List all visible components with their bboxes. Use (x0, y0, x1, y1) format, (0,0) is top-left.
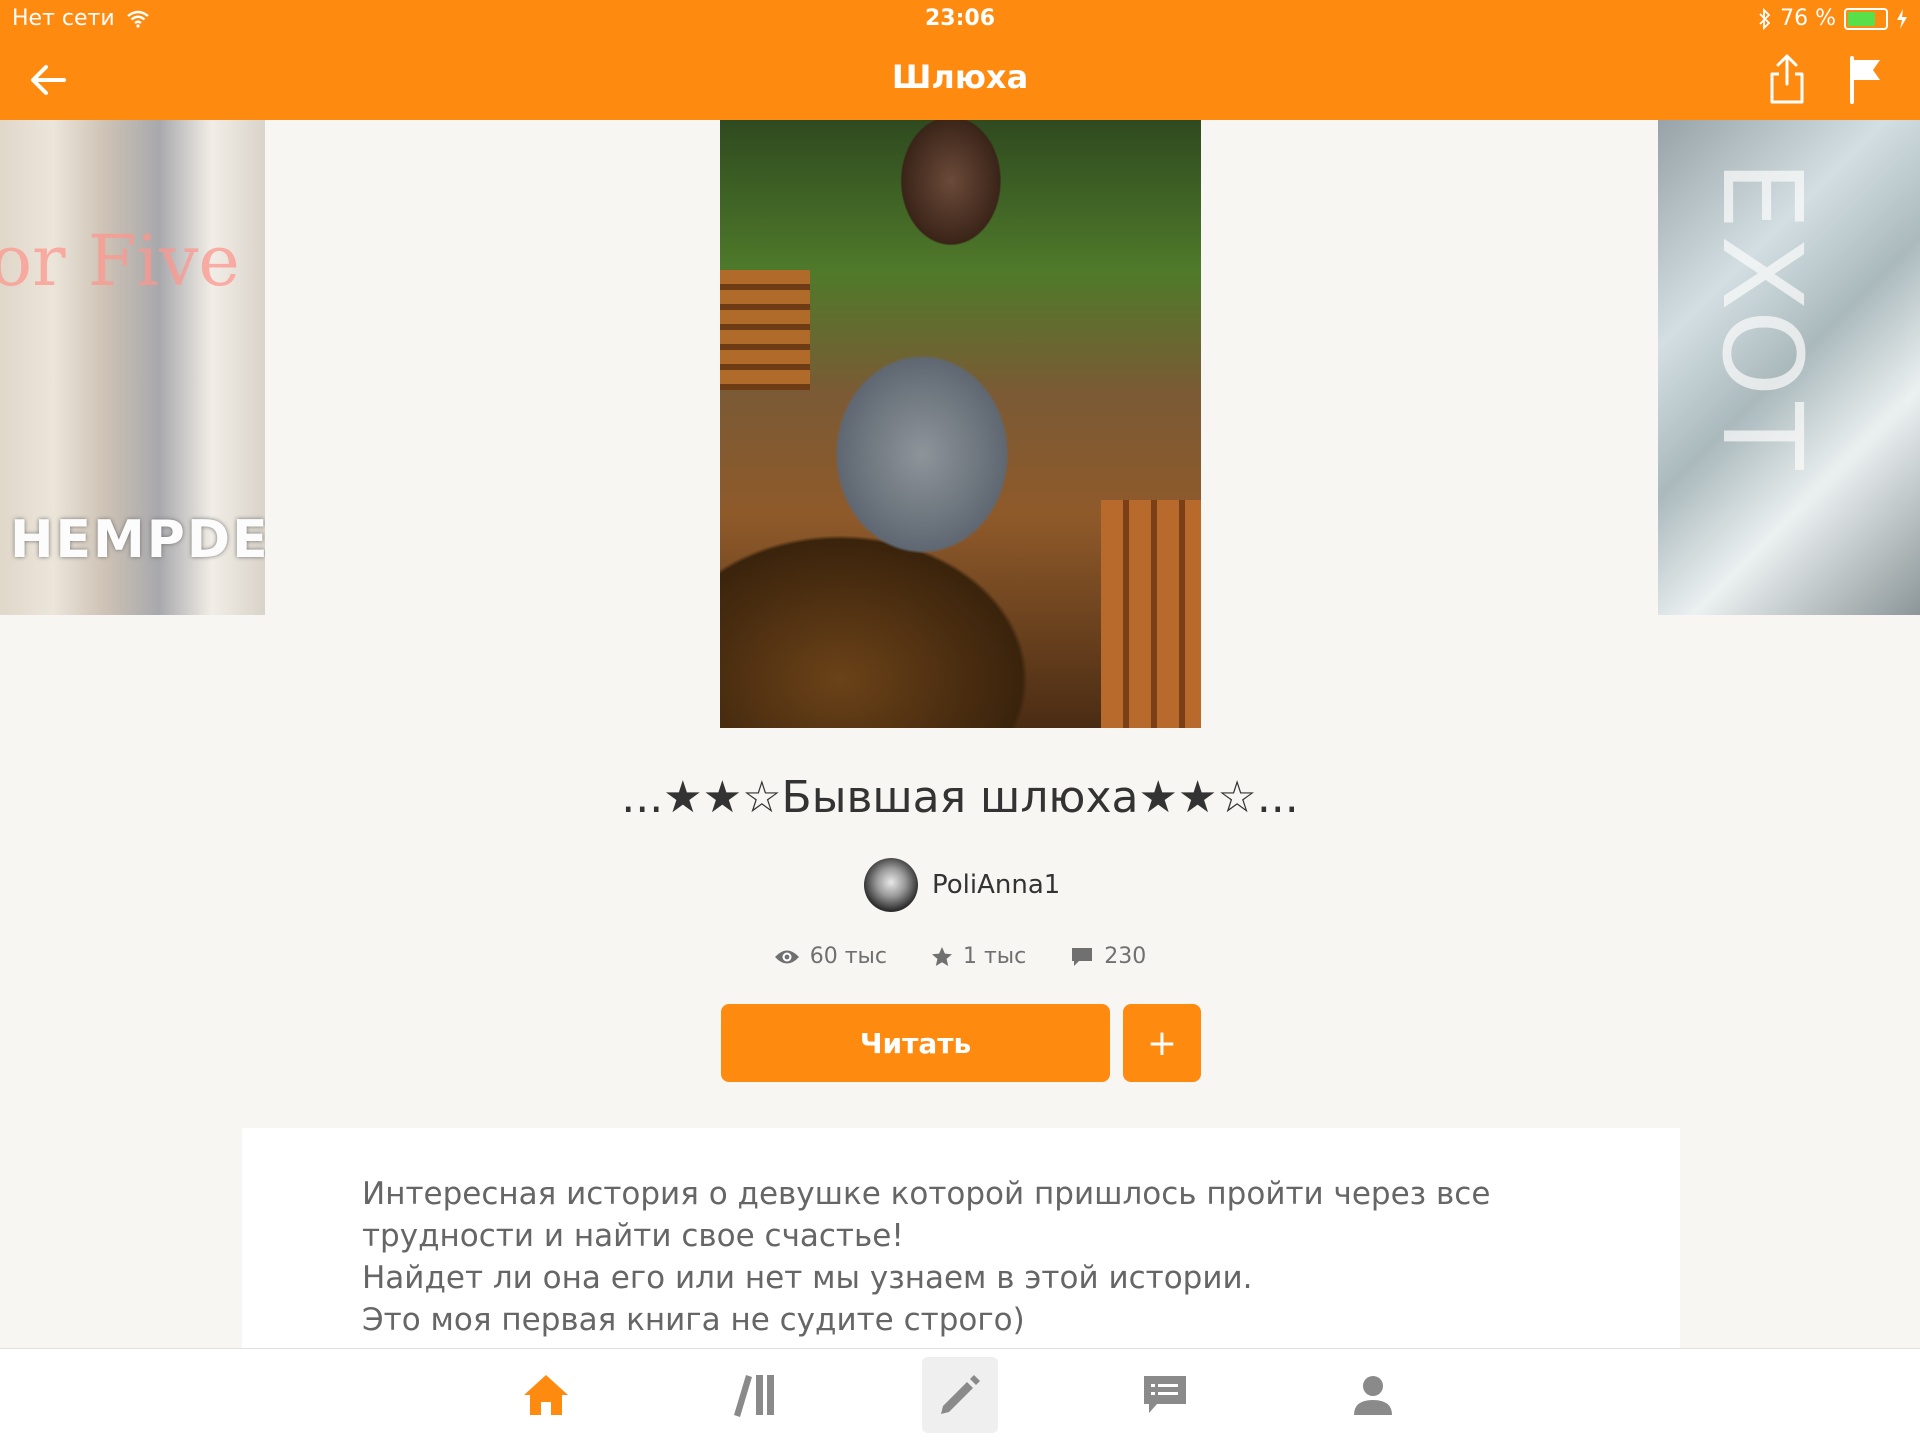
tab-home[interactable] (508, 1357, 584, 1433)
comments-stat: 230 (1070, 944, 1146, 969)
tab-bar (0, 1348, 1920, 1441)
book-title: ...★★☆Бывшая шлюха★★☆... (621, 772, 1299, 823)
cover-next-book[interactable]: EXOT (1658, 120, 1920, 615)
eye-icon (774, 950, 799, 963)
author-link[interactable]: PoliAnna1 (864, 858, 1060, 912)
tab-write[interactable] (922, 1357, 998, 1433)
book-stats: 60 тыс 1 тыс 230 (0, 944, 1920, 969)
author-name[interactable]: PoliAnna1 (932, 870, 1060, 900)
tab-messages[interactable] (1127, 1357, 1203, 1433)
cover-previous-book[interactable]: or Five HEMPDE (0, 120, 265, 615)
battery-fill (1848, 11, 1875, 26)
nav-bar: Шлюха (0, 40, 1920, 120)
status-right: 76 % (1758, 6, 1908, 31)
tab-library[interactable] (716, 1357, 792, 1433)
book-description: Интересная история о девушке которой при… (242, 1128, 1680, 1348)
votes-count: 1 тыс (963, 944, 1027, 969)
charging-icon (1897, 8, 1907, 29)
cover-bench-left (720, 270, 810, 390)
votes-stat: 1 тыс (931, 944, 1026, 969)
bluetooth-icon (1759, 7, 1771, 30)
profile-icon (1354, 1376, 1392, 1415)
cover-right-title: EXOT (1698, 160, 1826, 476)
page-title: Шлюха (891, 58, 1029, 96)
description-line: Это моя первая книга не судите строго) (362, 1302, 1025, 1338)
status-bar: Нет сети 23:06 76 % (0, 0, 1920, 40)
battery-percent: 76 % (1780, 6, 1836, 31)
book-cover[interactable] (720, 120, 1201, 728)
status-time: 23:06 (924, 6, 996, 31)
avatar[interactable] (864, 858, 918, 912)
home-icon (524, 1375, 568, 1415)
library-icon (734, 1375, 774, 1417)
description-line: Найдет ли она его или нет мы узнаем в эт… (362, 1260, 1253, 1296)
messages-icon (1144, 1376, 1186, 1413)
description-line: трудности и найти свое счастье! (362, 1218, 904, 1254)
battery-icon (1844, 7, 1888, 30)
tab-profile[interactable] (1335, 1357, 1411, 1433)
comments-count: 230 (1104, 944, 1147, 969)
star-icon (932, 946, 952, 966)
write-icon (941, 1375, 980, 1414)
views-count: 60 тыс (809, 944, 887, 969)
description-line: Интересная история о девушке которой при… (362, 1176, 1491, 1212)
cover-left-caption: HEMPDE (10, 510, 265, 570)
share-icon[interactable] (1764, 52, 1810, 106)
read-button[interactable]: Читать (721, 1004, 1110, 1082)
views-stat: 60 тыс (774, 944, 887, 969)
cover-bench-right (1101, 500, 1201, 728)
add-to-library-button[interactable]: + (1123, 1004, 1201, 1082)
flag-icon[interactable] (1846, 54, 1886, 104)
comment-icon (1072, 947, 1093, 966)
cover-left-title: or Five (0, 220, 240, 302)
